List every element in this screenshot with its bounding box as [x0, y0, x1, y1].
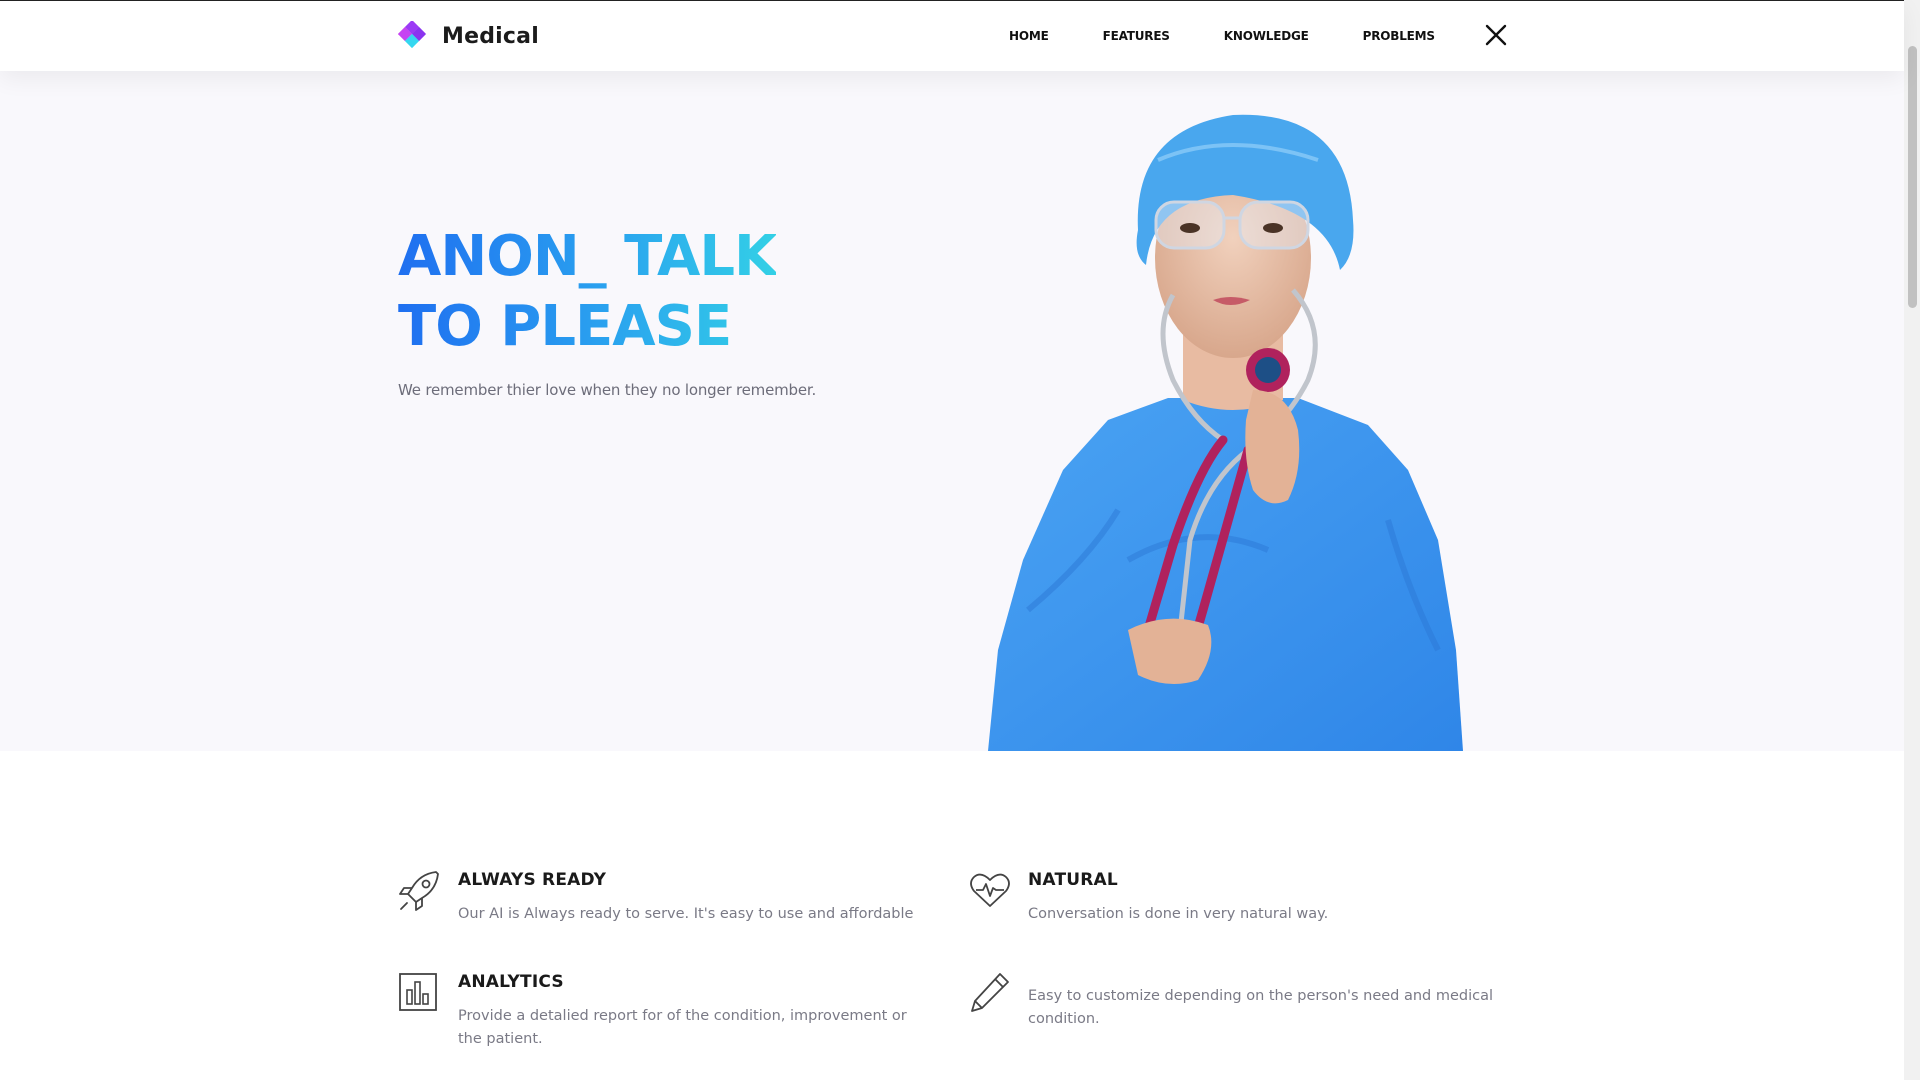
nav-knowledge[interactable]: KNOWLEDGE — [1224, 29, 1309, 43]
hero-section — [0, 71, 1904, 751]
logo-text: Medical — [442, 23, 539, 49]
feature-title: ANALYTICS — [458, 972, 564, 992]
feature-title: ALWAYS READY — [458, 870, 607, 890]
hero-title-line2: TO PLEASE — [398, 294, 732, 359]
feature-desc: Our AI is Always ready to serve. It's ea… — [458, 906, 914, 922]
feature-desc: Conversation is done in very natural way… — [1028, 906, 1329, 922]
nav-problems[interactable]: PROBLEMS — [1363, 29, 1435, 43]
nav-features[interactable]: FEATURES — [1103, 29, 1170, 43]
feature-desc: Easy to customize depending on the perso… — [1028, 988, 1494, 1027]
rocket-icon — [399, 871, 439, 911]
scrollbar-thumb[interactable] — [1908, 46, 1917, 308]
bar-chart-icon — [399, 973, 437, 1011]
hero-title: ANON_ TALK TO PLEASE — [398, 222, 776, 362]
hero-title-line1: ANON_ TALK — [398, 224, 777, 289]
logo[interactable]: Medical — [398, 21, 539, 51]
nurse-image — [988, 114, 1463, 751]
hero-subtitle: We remember thier love when they no long… — [398, 381, 817, 399]
diamond-cluster-icon — [398, 21, 427, 49]
pencil-icon — [971, 973, 1009, 1012]
heartbeat-icon — [970, 873, 1010, 907]
feature-title: NATURAL — [1028, 870, 1118, 890]
top-navbar: Medical HOME FEATURES KNOWLEDGE PROBLEMS — [0, 0, 1904, 71]
close-icon[interactable] — [1484, 23, 1508, 47]
main-nav: HOME FEATURES KNOWLEDGE PROBLEMS — [1009, 29, 1489, 43]
scrollbar[interactable] — [1904, 0, 1920, 1080]
feature-desc: Provide a detalied report for of the con… — [458, 1008, 907, 1047]
nav-home[interactable]: HOME — [1009, 29, 1049, 43]
